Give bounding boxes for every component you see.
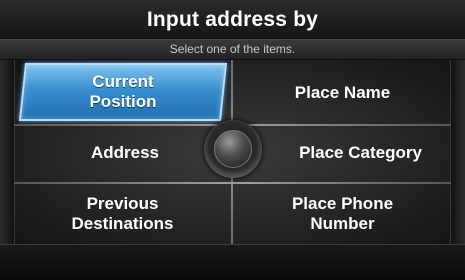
right-bezel: [451, 60, 465, 244]
joystick-knob-icon[interactable]: [214, 130, 252, 168]
menu-item-previous-destinations[interactable]: Previous Destinations: [14, 185, 231, 243]
menu-item-place-name[interactable]: Place Name: [234, 63, 451, 123]
input-address-screen: Input address by Select one of the items…: [0, 0, 465, 280]
menu-item-label: Address: [90, 143, 160, 162]
menu-item-label: Place Name: [294, 83, 391, 102]
menu-item-place-phone-number[interactable]: Place Phone Number: [234, 185, 451, 243]
page-title: Input address by: [0, 0, 465, 38]
menu-item-label: Place Phone Number: [291, 194, 394, 233]
menu-item-label: Place Category: [299, 143, 422, 162]
horizontal-divider-bottom: [14, 182, 451, 184]
page-subtitle: Select one of the items.: [0, 39, 465, 59]
menu-item-label: Previous Destinations: [71, 194, 174, 233]
menu-item-label: Current Position: [89, 72, 157, 111]
left-bezel: [0, 60, 14, 244]
bottom-bar: [0, 244, 465, 280]
menu-item-current-position[interactable]: Current Position: [18, 63, 228, 121]
menu-item-place-category[interactable]: Place Category: [270, 126, 451, 180]
menu-item-address[interactable]: Address: [40, 126, 210, 180]
